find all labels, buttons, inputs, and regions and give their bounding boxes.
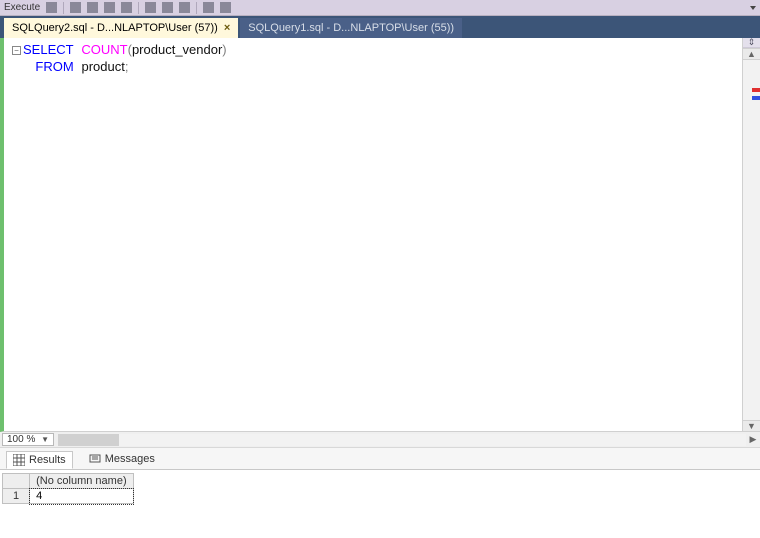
scroll-down-icon[interactable]: ▼ <box>743 420 760 432</box>
toolbar-icon[interactable] <box>121 2 132 13</box>
grid-icon <box>13 454 25 466</box>
tab-label: SQLQuery1.sql - D...NLAPTOP\User (55)) <box>248 22 454 34</box>
zoom-combo[interactable]: 100 % ▼ <box>2 433 54 446</box>
toolbar-icon[interactable] <box>179 2 190 13</box>
chevron-down-icon: ▼ <box>41 435 49 444</box>
toolbar-icon[interactable] <box>220 2 231 13</box>
change-marker-icon <box>752 88 760 92</box>
toolbar-icon[interactable] <box>145 2 156 13</box>
toolbar-separator <box>196 2 197 14</box>
tab-label: Results <box>29 454 66 466</box>
scroll-right-icon[interactable]: ▶ <box>746 434 760 445</box>
identifier-table: product <box>82 59 125 74</box>
tab-results[interactable]: Results <box>6 451 73 469</box>
cell-value[interactable]: 4 <box>30 489 133 504</box>
semicolon: ; <box>125 59 129 74</box>
tab-label: Messages <box>105 453 155 465</box>
document-tabs: SQLQuery2.sql - D...NLAPTOP\User (57)) ×… <box>0 16 760 38</box>
split-handle-icon[interactable]: ⇕ <box>743 38 760 48</box>
identifier-arg: product_vendor <box>132 42 222 57</box>
close-icon[interactable]: × <box>224 22 230 34</box>
toolbar-icon[interactable] <box>104 2 115 13</box>
scroll-up-icon[interactable]: ▲ <box>743 48 760 60</box>
tab-sqlquery1[interactable]: SQLQuery1.sql - D...NLAPTOP\User (55)) <box>240 18 462 38</box>
editor-area: −SELECT COUNT(product_vendor) FROM produ… <box>0 38 760 432</box>
toolbar-separator <box>138 2 139 14</box>
vertical-scrollbar[interactable]: ⇕ ▲ ▼ <box>742 38 760 432</box>
scroll-track[interactable] <box>743 60 760 420</box>
keyword-from: FROM <box>35 59 73 74</box>
function-count: COUNT <box>81 42 127 57</box>
toolbar-icon[interactable] <box>70 2 81 13</box>
messages-icon <box>89 453 101 465</box>
zoom-row: 100 % ▼ ▶ <box>0 432 760 448</box>
change-marker-icon <box>752 96 760 100</box>
sql-editor[interactable]: −SELECT COUNT(product_vendor) FROM produ… <box>0 38 742 432</box>
code-content: −SELECT COUNT(product_vendor) FROM produ… <box>4 38 742 80</box>
toolbar-icon[interactable] <box>203 2 214 13</box>
table-row[interactable]: 1 4 <box>3 489 134 504</box>
top-toolbar: Execute <box>0 0 760 16</box>
results-table: (No column name) 1 4 <box>2 473 134 504</box>
row-number[interactable]: 1 <box>3 489 30 504</box>
scroll-thumb[interactable] <box>59 434 119 446</box>
tab-sqlquery2[interactable]: SQLQuery2.sql - D...NLAPTOP\User (57)) × <box>4 18 238 38</box>
keyword-select: SELECT <box>23 42 74 57</box>
column-header[interactable]: (No column name) <box>30 474 133 489</box>
tab-label: SQLQuery2.sql - D...NLAPTOP\User (57)) <box>12 22 218 34</box>
toolbar-icon[interactable] <box>162 2 173 13</box>
horizontal-scrollbar[interactable] <box>58 434 746 446</box>
results-grid[interactable]: (No column name) 1 4 <box>0 470 760 524</box>
results-tabs: Results Messages <box>0 448 760 470</box>
outline-toggle-icon[interactable]: − <box>12 46 21 55</box>
paren: ) <box>222 42 226 57</box>
toolbar-icon[interactable] <box>46 2 57 13</box>
zoom-value: 100 % <box>7 434 35 445</box>
row-header-blank[interactable] <box>3 474 30 489</box>
toolbar-separator <box>63 2 64 14</box>
execute-label[interactable]: Execute <box>4 2 40 13</box>
toolbar-icon[interactable] <box>87 2 98 13</box>
toolbar-overflow-icon[interactable] <box>750 6 756 10</box>
tab-messages[interactable]: Messages <box>83 451 161 467</box>
